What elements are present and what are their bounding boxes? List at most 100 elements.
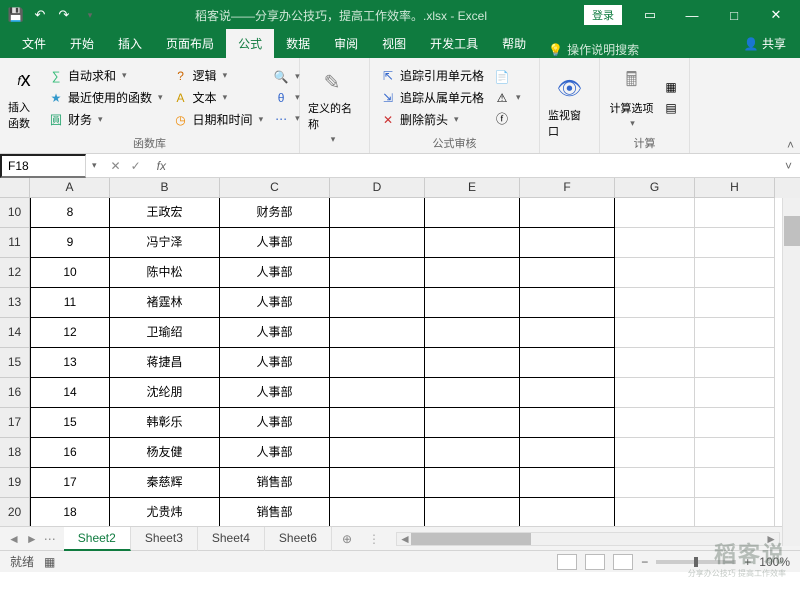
row-header[interactable]: 14 bbox=[0, 318, 30, 348]
cell[interactable]: 13 bbox=[30, 348, 110, 378]
cell[interactable] bbox=[330, 498, 425, 526]
redo-icon[interactable]: ↷ bbox=[56, 7, 72, 23]
tab-数据[interactable]: 数据 bbox=[274, 29, 322, 58]
fx-icon[interactable]: fx bbox=[151, 159, 172, 173]
scroll-right-icon[interactable]: ► bbox=[765, 532, 777, 546]
cell[interactable] bbox=[520, 318, 615, 348]
name-box[interactable] bbox=[0, 154, 86, 178]
cell[interactable] bbox=[425, 258, 520, 288]
share-button[interactable]: 👤 共享 bbox=[730, 29, 800, 58]
column-header[interactable]: A bbox=[30, 178, 110, 198]
column-header[interactable]: F bbox=[520, 178, 615, 198]
calc-now-button[interactable]: ▦ bbox=[661, 78, 681, 96]
cell[interactable]: 财务部 bbox=[220, 198, 330, 228]
evaluate-button[interactable]: ⓕ bbox=[492, 110, 523, 128]
watch-window-button[interactable]: 👁 监视窗口 bbox=[548, 62, 591, 149]
logical-button[interactable]: ?逻辑▾ bbox=[171, 66, 266, 85]
row-header[interactable]: 20 bbox=[0, 498, 30, 526]
remove-arrows-button[interactable]: ✕删除箭头▾ bbox=[378, 110, 486, 129]
formula-expand-icon[interactable]: ˅ bbox=[777, 159, 800, 173]
row-header[interactable]: 16 bbox=[0, 378, 30, 408]
cell[interactable]: 销售部 bbox=[220, 468, 330, 498]
column-header[interactable]: E bbox=[425, 178, 520, 198]
cell[interactable]: 杨友健 bbox=[110, 438, 220, 468]
cell[interactable] bbox=[615, 228, 695, 258]
cell[interactable] bbox=[520, 438, 615, 468]
cell[interactable] bbox=[520, 498, 615, 526]
datetime-button[interactable]: ◷日期和时间▾ bbox=[171, 110, 266, 129]
select-all-button[interactable] bbox=[0, 178, 30, 198]
cell[interactable] bbox=[330, 288, 425, 318]
error-check-button[interactable]: ⚠▾ bbox=[492, 89, 523, 107]
cell[interactable]: 人事部 bbox=[220, 348, 330, 378]
row-header[interactable]: 10 bbox=[0, 198, 30, 228]
calc-options-button[interactable]: 🖩 计算选项 ▾ bbox=[608, 62, 655, 133]
scroll-thumb[interactable] bbox=[411, 533, 531, 545]
page-layout-view-button[interactable] bbox=[585, 554, 605, 570]
tab-审阅[interactable]: 审阅 bbox=[322, 29, 370, 58]
sheet-nav-more-icon[interactable]: ⋯ bbox=[44, 532, 56, 546]
cell[interactable] bbox=[695, 438, 775, 468]
horizontal-scrollbar[interactable]: ◄ ► bbox=[396, 532, 780, 546]
cell[interactable]: 冯宁泽 bbox=[110, 228, 220, 258]
cell[interactable] bbox=[695, 228, 775, 258]
cell[interactable]: 销售部 bbox=[220, 498, 330, 526]
cell[interactable] bbox=[330, 348, 425, 378]
sheet-tab[interactable]: Sheet4 bbox=[198, 527, 265, 551]
cell[interactable] bbox=[520, 258, 615, 288]
cell[interactable]: 10 bbox=[30, 258, 110, 288]
cell[interactable]: 人事部 bbox=[220, 378, 330, 408]
cell[interactable] bbox=[520, 288, 615, 318]
tab-公式[interactable]: 公式 bbox=[226, 29, 274, 58]
row-header[interactable]: 15 bbox=[0, 348, 30, 378]
save-icon[interactable]: 💾 bbox=[8, 7, 24, 23]
defined-names-button[interactable]: ✎ 定义的名称 ▾ bbox=[308, 62, 356, 149]
cell[interactable] bbox=[520, 198, 615, 228]
cell[interactable]: 人事部 bbox=[220, 288, 330, 318]
cell[interactable] bbox=[615, 468, 695, 498]
calc-sheet-button[interactable]: ▤ bbox=[661, 99, 681, 117]
cell[interactable]: 人事部 bbox=[220, 258, 330, 288]
text-button[interactable]: A文本▾ bbox=[171, 88, 266, 107]
cell[interactable] bbox=[330, 198, 425, 228]
tell-me-search[interactable]: 💡 操作说明搜索 bbox=[538, 41, 649, 58]
row-header[interactable]: 17 bbox=[0, 408, 30, 438]
minimize-icon[interactable]: — bbox=[672, 0, 712, 30]
cell[interactable]: 陈中松 bbox=[110, 258, 220, 288]
cell[interactable]: 人事部 bbox=[220, 318, 330, 348]
cell[interactable] bbox=[425, 438, 520, 468]
cell[interactable]: 王政宏 bbox=[110, 198, 220, 228]
cell[interactable] bbox=[615, 378, 695, 408]
cell[interactable] bbox=[615, 288, 695, 318]
cell[interactable] bbox=[425, 228, 520, 258]
cell[interactable] bbox=[695, 348, 775, 378]
cell[interactable] bbox=[425, 468, 520, 498]
cell[interactable] bbox=[520, 378, 615, 408]
scroll-thumb[interactable] bbox=[784, 216, 800, 246]
cell[interactable] bbox=[330, 468, 425, 498]
cell[interactable]: 褚霆林 bbox=[110, 288, 220, 318]
namebox-dropdown-icon[interactable]: ▾ bbox=[88, 160, 101, 171]
cell[interactable] bbox=[695, 408, 775, 438]
tab-开发工具[interactable]: 开发工具 bbox=[418, 29, 490, 58]
cell[interactable]: 人事部 bbox=[220, 438, 330, 468]
add-sheet-button[interactable]: ⊕ bbox=[332, 532, 362, 546]
normal-view-button[interactable] bbox=[557, 554, 577, 570]
collapse-ribbon-icon[interactable]: ˄ bbox=[787, 138, 794, 152]
cell[interactable] bbox=[330, 408, 425, 438]
maximize-icon[interactable]: □ bbox=[714, 0, 754, 30]
cell[interactable] bbox=[425, 378, 520, 408]
math-button[interactable]: θ▾ bbox=[271, 89, 302, 107]
zoom-slider[interactable] bbox=[656, 560, 736, 564]
sheet-tab[interactable]: Sheet6 bbox=[265, 527, 332, 551]
spreadsheet-grid[interactable]: ABCDEFGH 1011121314151617181920 8王政宏财务部9… bbox=[0, 178, 800, 526]
close-icon[interactable]: ✕ bbox=[756, 0, 796, 30]
scroll-left-icon[interactable]: ◄ bbox=[399, 532, 411, 546]
cell[interactable]: 蒋捷昌 bbox=[110, 348, 220, 378]
cell[interactable] bbox=[425, 198, 520, 228]
cell[interactable] bbox=[520, 408, 615, 438]
tab-文件[interactable]: 文件 bbox=[10, 29, 58, 58]
cell[interactable] bbox=[425, 498, 520, 526]
cell[interactable]: 8 bbox=[30, 198, 110, 228]
recent-functions-button[interactable]: ★最近使用的函数▾ bbox=[46, 88, 165, 107]
